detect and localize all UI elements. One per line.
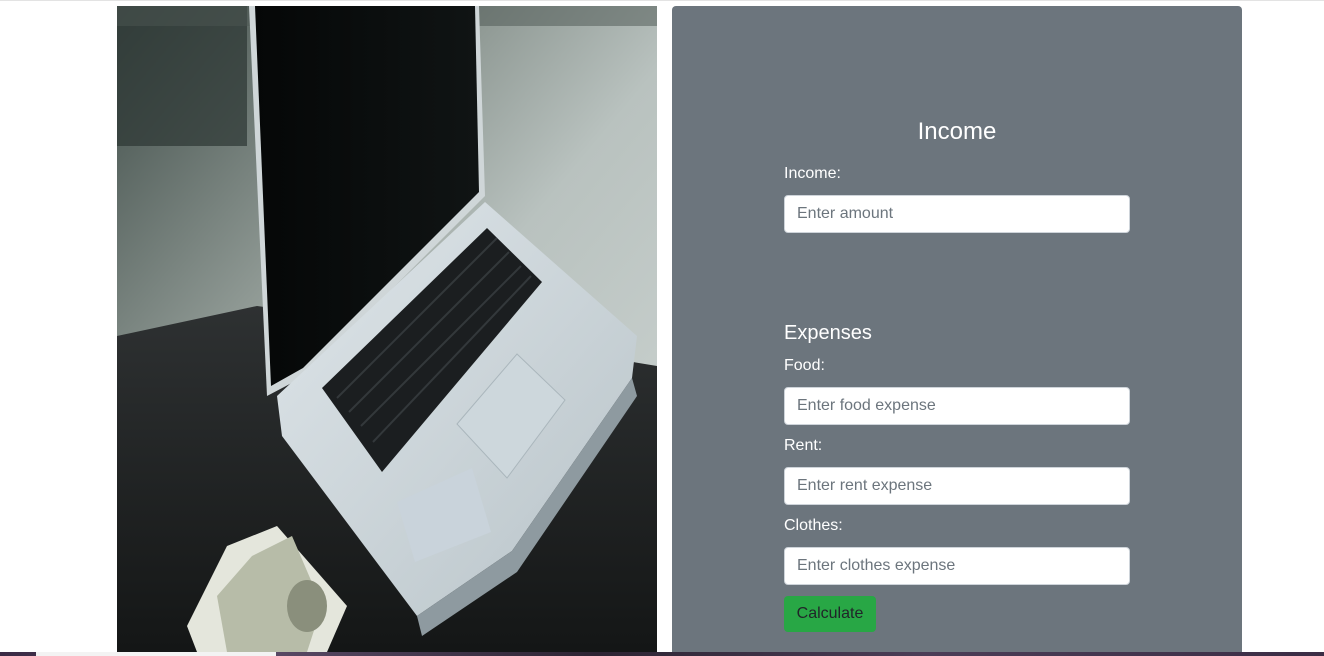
calculate-button[interactable]: Calculate — [784, 596, 876, 632]
clothes-label: Clothes: — [784, 517, 843, 534]
rent-label: Rent: — [784, 437, 823, 454]
food-expense-input[interactable] — [784, 387, 1130, 425]
income-label: Income: — [784, 165, 841, 182]
bottom-strip — [0, 652, 1324, 656]
income-input[interactable] — [784, 195, 1130, 233]
clothes-expense-input[interactable] — [784, 547, 1130, 585]
top-divider — [0, 0, 1324, 1]
food-label: Food: — [784, 357, 825, 374]
bottom-strip-edge — [36, 652, 276, 656]
expenses-heading: Expenses — [784, 322, 872, 344]
rent-expense-input[interactable] — [784, 467, 1130, 505]
income-heading: Income — [917, 118, 997, 145]
budget-form-panel: Income Income: Expenses Food: Rent: Clot… — [672, 6, 1242, 652]
laptop-money-photo — [117, 6, 657, 652]
